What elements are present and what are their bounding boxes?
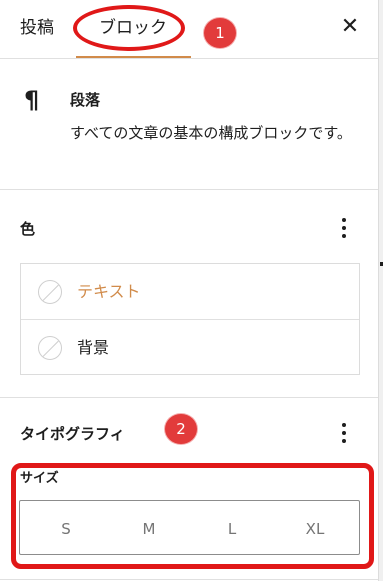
close-icon[interactable]: ✕	[337, 14, 363, 40]
annotation-oval	[73, 5, 185, 51]
color-option-background[interactable]: 背景	[21, 320, 359, 375]
no-color-icon	[38, 336, 62, 360]
color-section-title: 色	[20, 220, 36, 238]
block-info: ¶ 段落 すべての文章の基本の構成ブロックです。	[0, 59, 378, 190]
annotation-badge-1: 1	[204, 18, 236, 48]
color-option-text[interactable]: テキスト	[21, 264, 359, 320]
tab-post[interactable]: 投稿	[20, 17, 54, 39]
sidebar-tabs: 投稿 ブロック ✕	[0, 0, 378, 59]
panel-edge	[378, 0, 383, 581]
color-option-label: 背景	[77, 338, 110, 357]
annotation-badge-2: 2	[165, 414, 197, 444]
section-divider	[0, 579, 378, 580]
block-description: すべての文章の基本の構成ブロックです。	[70, 124, 352, 142]
no-color-icon	[38, 280, 62, 304]
typography-options-icon[interactable]	[334, 420, 354, 446]
typography-section-title: タイポグラフィ	[20, 425, 125, 443]
color-options-list: テキスト 背景	[20, 263, 360, 375]
section-divider	[0, 397, 378, 398]
annotation-box	[11, 463, 374, 569]
color-options-icon[interactable]	[334, 215, 354, 241]
paragraph-icon: ¶	[24, 86, 40, 114]
color-option-label: テキスト	[77, 282, 141, 301]
block-title: 段落	[70, 91, 101, 109]
active-tab-indicator	[76, 56, 191, 58]
